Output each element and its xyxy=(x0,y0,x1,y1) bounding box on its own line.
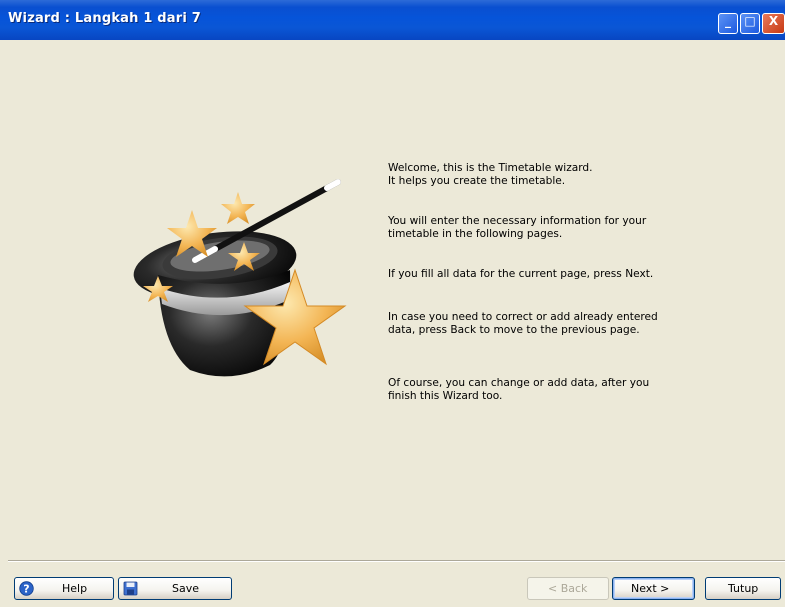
back-line-1: In case you need to correct or add alrea… xyxy=(388,311,658,323)
back-paragraph: In case you need to correct or add alrea… xyxy=(388,311,708,336)
tutup-label: Tutup xyxy=(728,582,759,595)
minimize-button[interactable]: _ xyxy=(718,13,738,34)
back-button[interactable]: < Back xyxy=(527,577,609,600)
welcome-line-1: Welcome, this is the Timetable wizard. xyxy=(388,162,593,174)
change-paragraph: Of course, you can change or add data, a… xyxy=(388,377,708,402)
next-label: Next > xyxy=(631,582,670,595)
info-paragraph: You will enter the necessary information… xyxy=(388,215,708,240)
back-line-2: data, press Back to move to the previous… xyxy=(388,323,640,336)
back-label: < Back xyxy=(548,582,588,595)
magic-hat-illustration xyxy=(133,179,347,377)
tutup-button[interactable]: Tutup xyxy=(705,577,781,600)
close-window-button[interactable]: X xyxy=(762,13,785,34)
save-button[interactable]: Save xyxy=(118,577,232,600)
svg-text:?: ? xyxy=(23,583,29,596)
help-icon: ? xyxy=(19,581,34,596)
next-button[interactable]: Next > xyxy=(612,577,695,600)
help-button[interactable]: ? Help xyxy=(14,577,114,600)
next-paragraph: If you fill all data for the current pag… xyxy=(388,268,708,281)
welcome-paragraph: Welcome, this is the Timetable wizard. I… xyxy=(388,162,708,187)
change-line-1: Of course, you can change or add data, a… xyxy=(388,377,650,389)
save-label: Save xyxy=(172,582,200,595)
title-bar[interactable]: Wizard : Langkah 1 dari 7 _ □ X xyxy=(0,0,785,40)
help-label: Help xyxy=(62,582,88,595)
welcome-line-2: It helps you create the timetable. xyxy=(388,174,566,187)
next-line-1: If you fill all data for the current pag… xyxy=(388,268,654,280)
save-icon xyxy=(123,581,138,596)
maximize-button[interactable]: □ xyxy=(740,13,760,34)
info-line-2: timetable in the following pages. xyxy=(388,227,563,240)
footer-separator xyxy=(8,560,785,562)
info-line-1: You will enter the necessary information… xyxy=(388,215,647,227)
window-title: Wizard : Langkah 1 dari 7 xyxy=(8,11,202,26)
change-line-2: finish this Wizard too. xyxy=(388,389,503,402)
star-icon xyxy=(221,192,255,224)
